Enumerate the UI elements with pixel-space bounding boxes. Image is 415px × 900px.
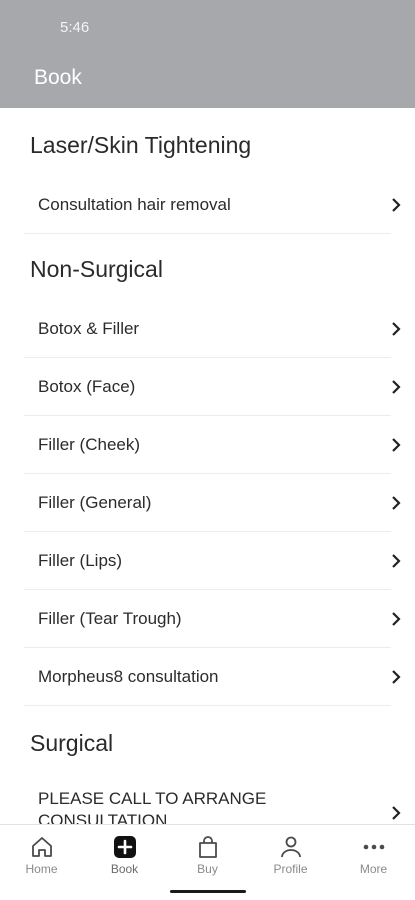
list-item-label: Morpheus8 consultation xyxy=(38,666,219,686)
home-indicator xyxy=(170,890,246,893)
list-item[interactable]: Filler (Lips) xyxy=(24,532,401,590)
chevron-right-icon xyxy=(392,495,401,510)
list-item[interactable]: Filler (Cheek) xyxy=(24,416,401,474)
page-title: Book xyxy=(34,66,82,89)
tab-buy[interactable]: Buy xyxy=(166,825,249,885)
list-item-label: Filler (Tear Trough) xyxy=(38,608,182,628)
home-icon xyxy=(31,837,52,857)
app-header: 5:46 Book xyxy=(0,0,415,108)
chevron-right-icon xyxy=(392,197,401,212)
tab-label: Book xyxy=(110,862,139,876)
list-item-label: Filler (Lips) xyxy=(38,550,123,570)
chevron-right-icon xyxy=(392,669,401,684)
list-item-label: Filler (General) xyxy=(38,492,152,512)
list-item[interactable]: Botox & Filler xyxy=(24,300,401,358)
section-title-surgical: Surgical xyxy=(30,730,114,756)
section-title-non-surgical: Non-Surgical xyxy=(30,256,163,282)
tab-home[interactable]: Home xyxy=(0,825,83,885)
list-item[interactable]: Consultation hair removal xyxy=(24,176,401,234)
shopping-bag-icon xyxy=(198,836,217,858)
list-item[interactable]: Filler (General) xyxy=(24,474,401,532)
chevron-right-icon xyxy=(392,437,401,452)
list-item-label: Filler (Cheek) xyxy=(38,434,141,454)
list-item[interactable]: Botox (Face) xyxy=(24,358,401,416)
list-item-label: PLEASE CALL TO ARRANGE CONSULTATION xyxy=(38,789,267,824)
person-icon xyxy=(280,836,301,858)
list-item[interactable]: Filler (Tear Trough) xyxy=(24,590,401,648)
list-item-label: Botox & Filler xyxy=(38,318,140,338)
tab-label: Home xyxy=(25,862,58,876)
list-item-label: Consultation hair removal xyxy=(38,194,231,214)
status-time: 5:46 xyxy=(60,19,90,36)
tab-profile[interactable]: Profile xyxy=(249,825,332,885)
tab-label: More xyxy=(359,862,388,876)
tab-label: Buy xyxy=(197,862,218,876)
list-item[interactable]: Morpheus8 consultation xyxy=(24,648,401,706)
bottom-tab-bar: Home Book Buy Profile More xyxy=(0,824,415,900)
tab-label: Profile xyxy=(273,862,308,876)
plus-square-icon xyxy=(113,836,136,858)
list-item[interactable]: PLEASE CALL TO ARRANGE CONSULTATION xyxy=(24,778,401,824)
chevron-right-icon xyxy=(392,321,401,336)
chevron-right-icon xyxy=(392,553,401,568)
chevron-right-icon xyxy=(392,806,401,820)
list-item-label: Botox (Face) xyxy=(38,376,136,396)
tab-more[interactable]: More xyxy=(332,825,415,885)
booking-list[interactable]: Laser/Skin Tightening Consultation hair … xyxy=(0,108,415,824)
more-dots-icon xyxy=(363,844,384,850)
tab-book[interactable]: Book xyxy=(83,825,166,885)
section-title-laser: Laser/Skin Tightening xyxy=(30,132,252,158)
chevron-right-icon xyxy=(392,611,401,626)
chevron-right-icon xyxy=(392,379,401,394)
